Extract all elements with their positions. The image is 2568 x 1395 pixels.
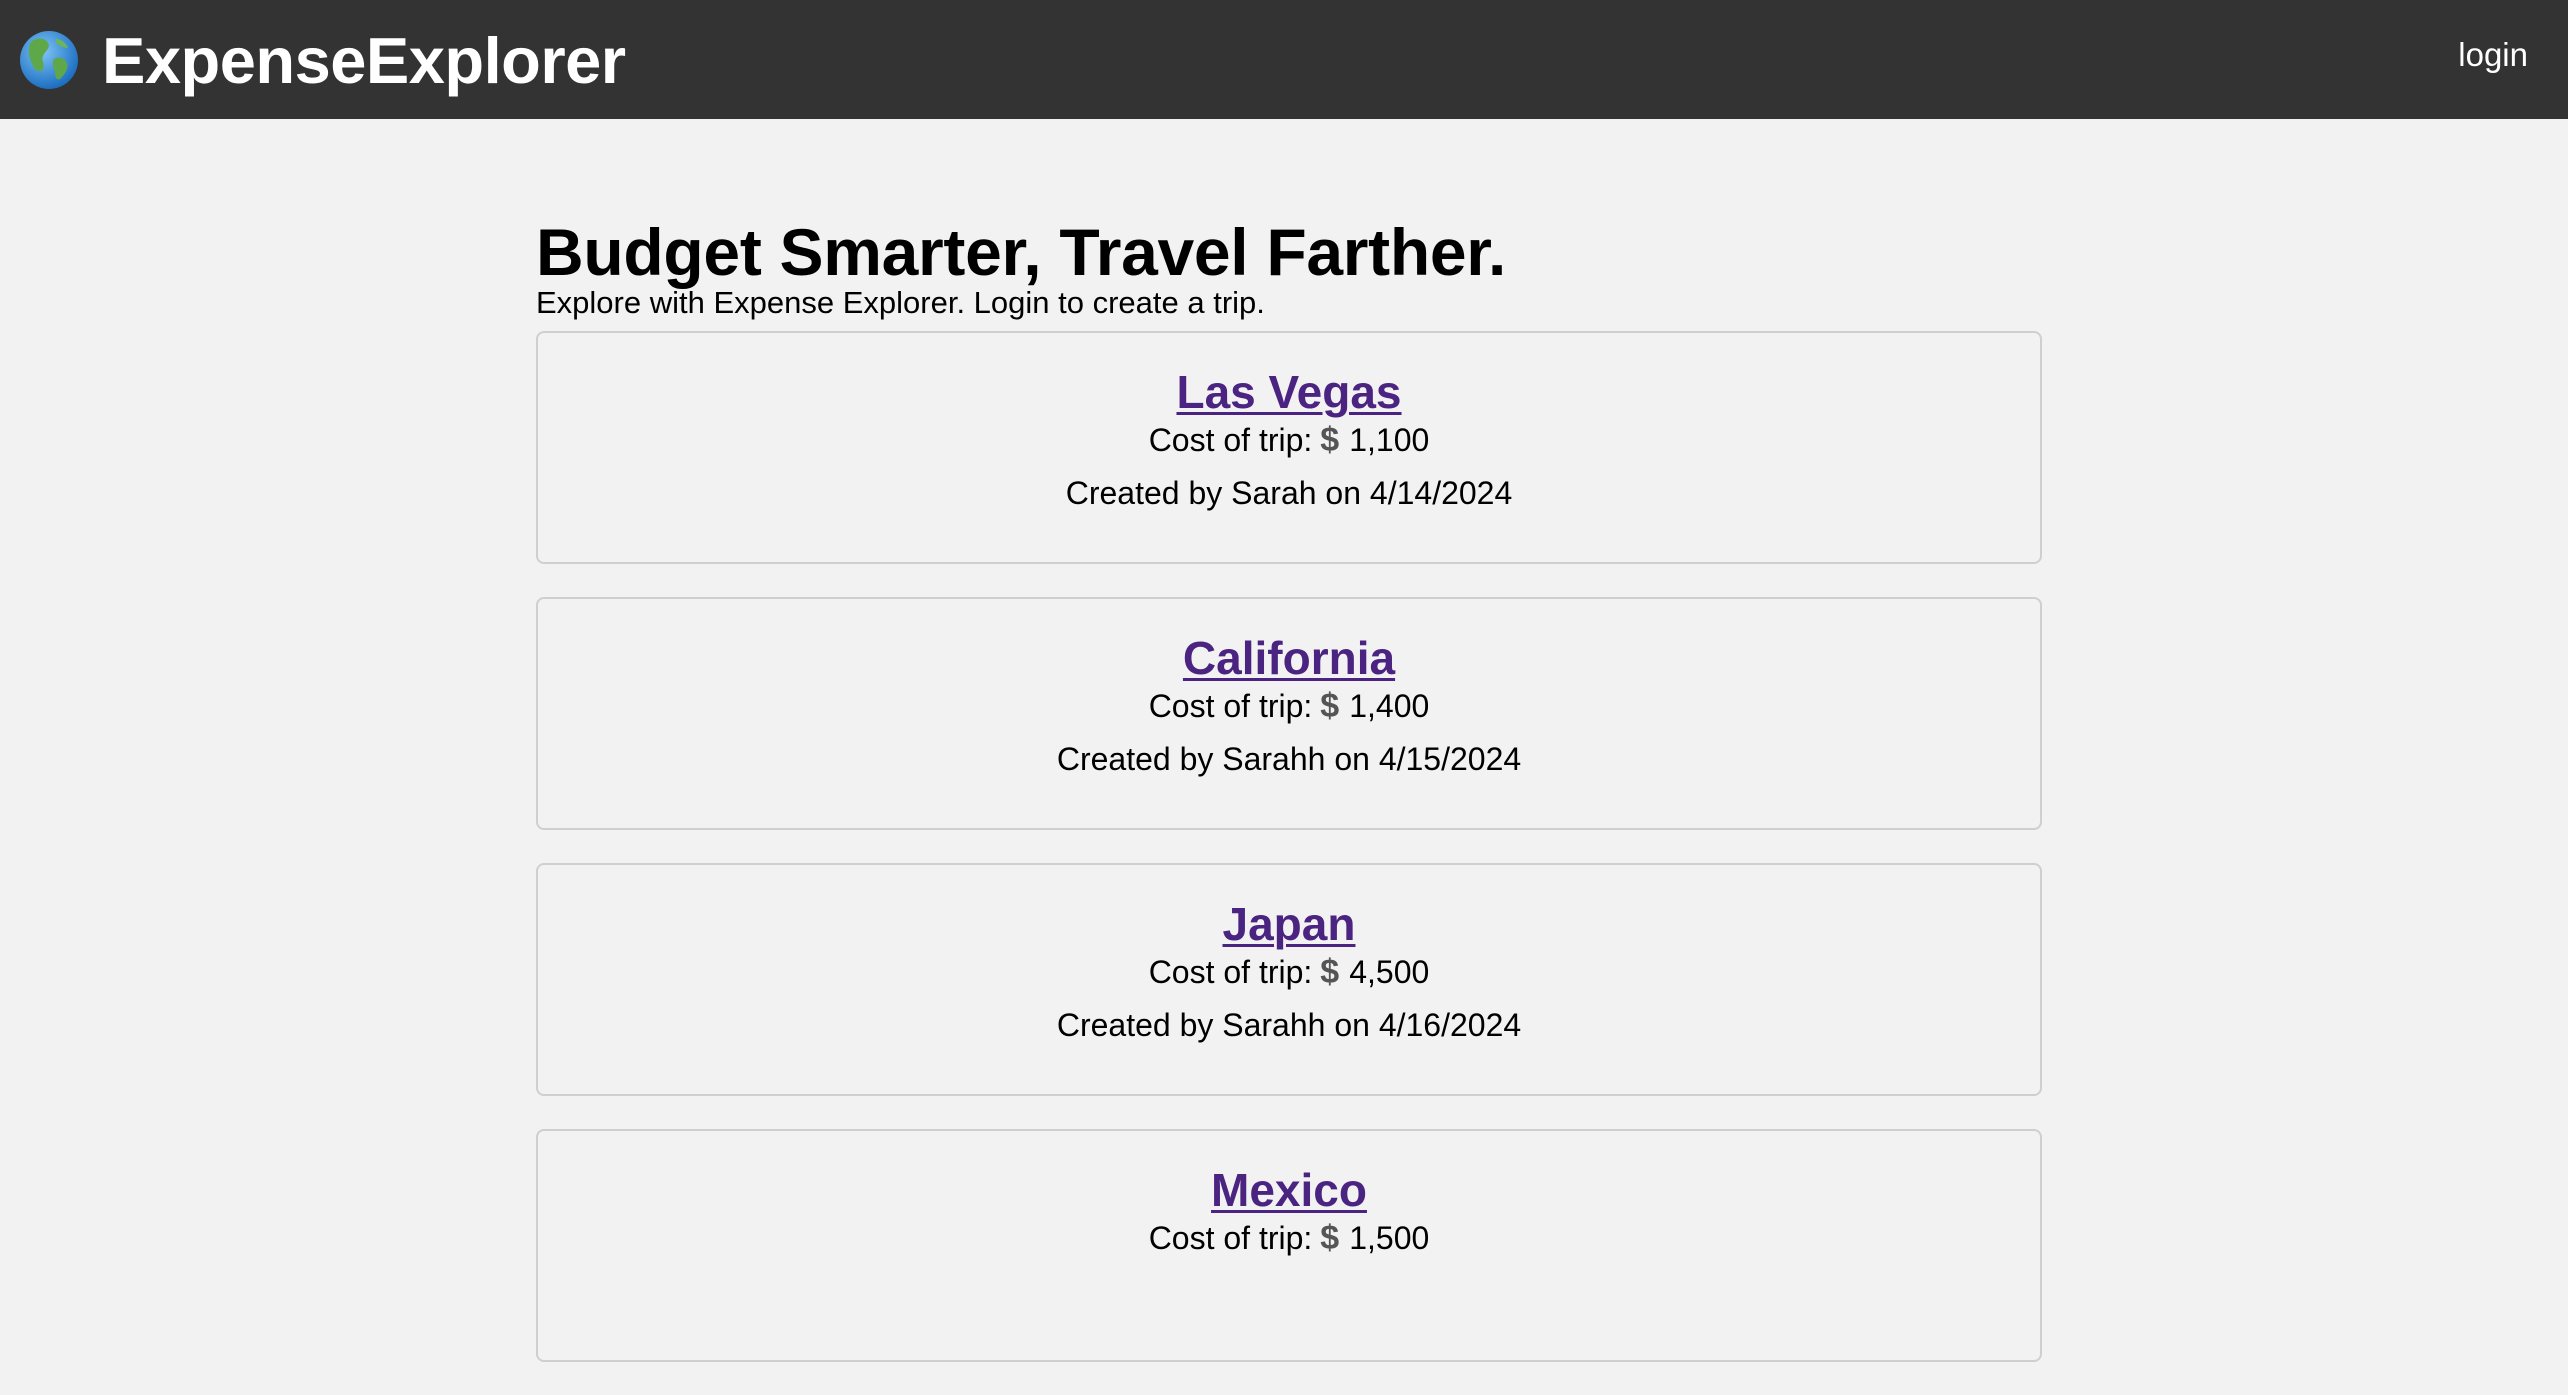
main-content: Budget Smarter, Travel Farther. Explore … — [536, 215, 2042, 1362]
dollar-icon: $ — [1320, 952, 1340, 991]
cost-label: Cost of trip: — [1148, 953, 1313, 990]
cost-value: 1,400 — [1349, 687, 1430, 724]
trip-created-by: Created by Sarah on 4/14/2024 — [1065, 475, 1513, 512]
trip-link[interactable]: California — [1183, 633, 1395, 684]
trip-link[interactable]: Las Vegas — [1176, 367, 1401, 418]
dollar-icon: $ — [1320, 420, 1340, 459]
trip-cost: Cost of trip: $1,400 — [538, 686, 2040, 727]
cost-label: Cost of trip: — [1148, 687, 1313, 724]
trip-cost: Cost of trip: $4,500 — [538, 952, 2040, 993]
cost-value: 1,100 — [1349, 421, 1430, 458]
brand[interactable]: ExpenseExplorer — [18, 18, 626, 102]
trip-created-by: Created by Sarahh on 4/15/2024 — [1056, 741, 1522, 778]
dollar-icon: $ — [1320, 686, 1340, 725]
trip-link[interactable]: Japan — [1223, 899, 1356, 950]
top-navbar: ExpenseExplorer login — [0, 0, 2568, 119]
cost-label: Cost of trip: — [1148, 1219, 1313, 1256]
trip-list: Las Vegas Cost of trip: $1,100 Created by… — [536, 331, 2042, 1395]
dollar-icon: $ — [1320, 1218, 1340, 1257]
cost-label: Cost of trip: — [1148, 421, 1313, 458]
trip-card: Mexico Cost of trip: $1,500 — [536, 1129, 2042, 1362]
page-title: Budget Smarter, Travel Farther. — [536, 215, 1507, 289]
trip-created-by: Created by Sarahh on 4/16/2024 — [1056, 1007, 1522, 1044]
page-subtitle: Explore with Expense Explorer. Login to … — [536, 285, 1265, 321]
cost-value: 4,500 — [1349, 953, 1430, 990]
brand-name: ExpenseExplorer — [102, 23, 626, 97]
trip-cost: Cost of trip: $1,500 — [538, 1218, 2040, 1259]
trip-cost: Cost of trip: $1,100 — [538, 420, 2040, 461]
trip-card: Las Vegas Cost of trip: $1,100 Created by… — [536, 331, 2042, 564]
cost-value: 1,500 — [1349, 1219, 1430, 1256]
trip-card: Japan Cost of trip: $4,500 Created by Sar… — [536, 863, 2042, 1096]
trip-link[interactable]: Mexico — [1211, 1165, 1367, 1216]
globe-icon — [18, 29, 80, 91]
trip-card: California Cost of trip: $1,400 Created b… — [536, 597, 2042, 830]
login-link[interactable]: login — [2458, 38, 2528, 71]
